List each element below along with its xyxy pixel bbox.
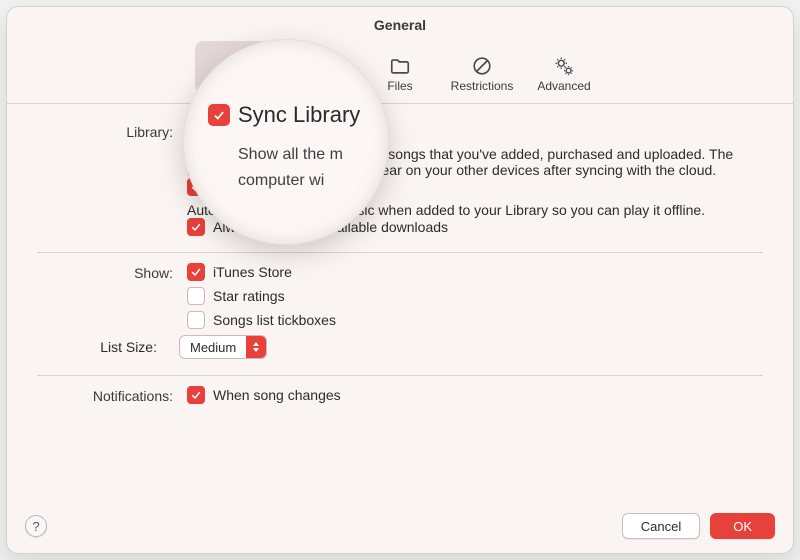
option-song-changes[interactable]: When song changes <box>187 386 763 404</box>
help-button[interactable]: ? <box>25 515 47 537</box>
option-itunes-store[interactable]: iTunes Store <box>187 263 763 281</box>
magnifier-desc-2: computer wi <box>238 170 366 192</box>
preferences-toolbar: eral Play Files <box>7 37 793 104</box>
section-show: Show: iTunes Store Star ratings <box>37 252 763 375</box>
list-size-popup[interactable]: Medium <box>179 335 267 359</box>
checkbox-icon <box>208 104 230 126</box>
option-list-size: List Size: Medium <box>187 335 763 359</box>
section-library: Library: Sync Library Sync your Library,… <box>37 112 763 252</box>
section-show-label: Show: <box>37 263 187 281</box>
option-song-changes-label: When song changes <box>213 386 341 403</box>
checkbox-check-downloads[interactable] <box>187 218 205 236</box>
checkbox-songs-tickboxes[interactable] <box>187 311 205 329</box>
magnifier-desc-1: Show all the m <box>238 144 366 166</box>
tab-advanced[interactable]: Advanced <box>523 41 605 93</box>
checkbox-itunes-store[interactable] <box>187 263 205 281</box>
checkbox-song-changes[interactable] <box>187 386 205 404</box>
footer: ? Cancel OK <box>7 501 793 553</box>
option-star-ratings[interactable]: Star ratings <box>187 287 763 305</box>
magnifier-overlay: Sync Library Show all the m computer wi <box>183 39 389 245</box>
option-itunes-store-label: iTunes Store <box>213 263 292 280</box>
tab-restrictions-label: Restrictions <box>451 79 514 93</box>
restriction-icon <box>471 55 493 77</box>
list-size-label: List Size: <box>37 339 171 355</box>
window-title: General <box>7 7 793 37</box>
option-songs-tickboxes-label: Songs list tickboxes <box>213 311 336 328</box>
tab-restrictions[interactable]: Restrictions <box>441 41 523 93</box>
checkbox-star-ratings[interactable] <box>187 287 205 305</box>
content-area: Library: Sync Library Sync your Library,… <box>7 104 793 420</box>
section-library-label: Library: <box>37 122 187 140</box>
gears-icon <box>553 55 575 77</box>
preferences-window: General eral Play <box>6 6 794 554</box>
ok-button[interactable]: OK <box>710 513 775 539</box>
stepper-icon <box>246 336 266 358</box>
magnifier-title: Sync Library <box>238 102 360 128</box>
option-songs-tickboxes[interactable]: Songs list tickboxes <box>187 311 763 329</box>
tab-advanced-label: Advanced <box>537 79 590 93</box>
section-notifications: Notifications: When song changes <box>37 375 763 420</box>
option-star-ratings-label: Star ratings <box>213 287 285 304</box>
tab-files-label: Files <box>387 79 412 93</box>
cancel-button[interactable]: Cancel <box>622 513 700 539</box>
folder-icon <box>389 55 411 77</box>
list-size-value: Medium <box>180 340 246 355</box>
section-notifications-label: Notifications: <box>37 386 187 404</box>
